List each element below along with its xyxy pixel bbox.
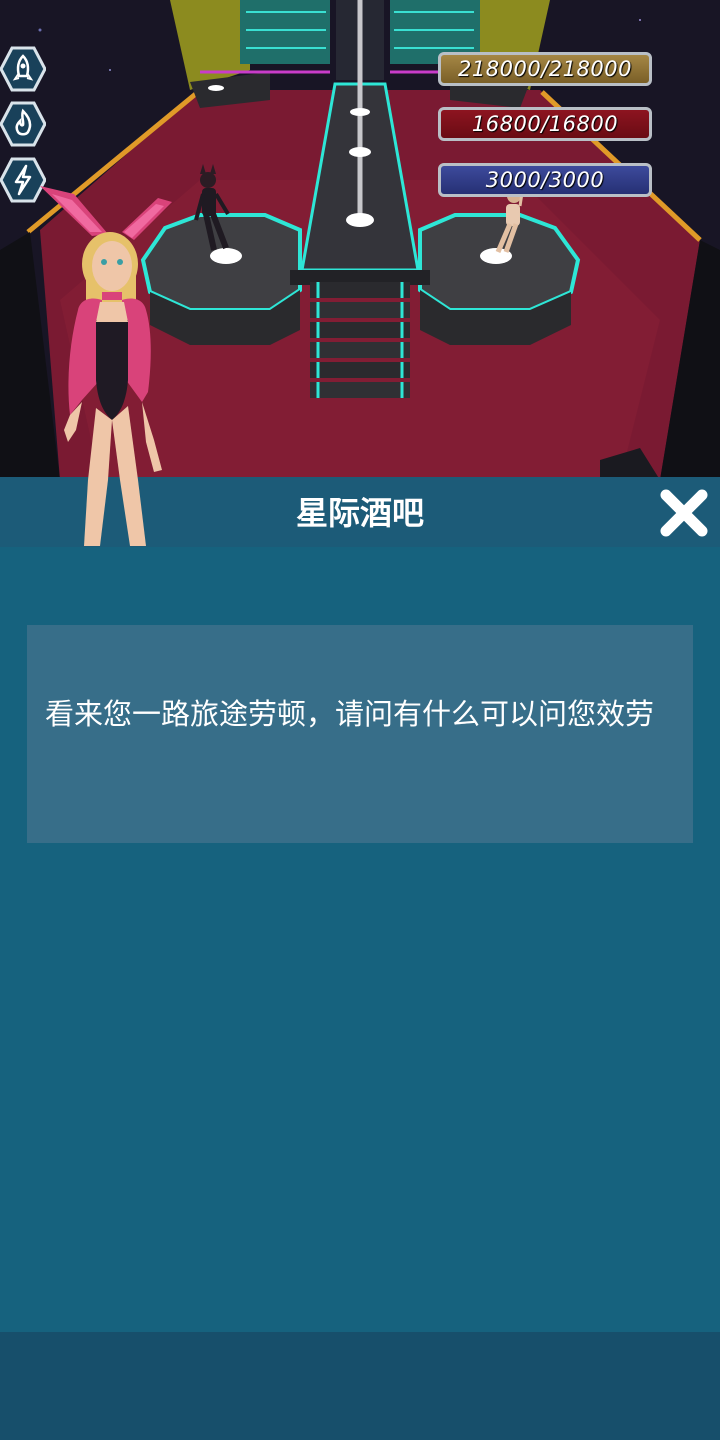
energy-resource-bar: 16800/16800 xyxy=(438,107,652,141)
dialog-footer xyxy=(0,1332,720,1440)
rocket-icon[interactable] xyxy=(0,46,46,92)
power-resource-bar: 3000/3000 xyxy=(438,163,652,197)
flame-icon[interactable] xyxy=(0,101,46,147)
bar-dialog-panel: 星际酒吧 看来您一路旅途劳顿，请问有什么可以问您效劳 xyxy=(0,477,720,1440)
game-screen: 218000/218000 16800/16800 3000/3000 星际酒吧 xyxy=(0,0,720,1440)
gold-resource-bar: 218000/218000 xyxy=(438,52,652,86)
dialog-body: 看来您一路旅途劳顿，请问有什么可以问您效劳 xyxy=(0,547,720,1332)
close-icon[interactable] xyxy=(656,485,712,541)
dialog-message: 看来您一路旅途劳顿，请问有什么可以问您效劳 xyxy=(45,697,655,731)
bunny-hostess-character xyxy=(40,186,172,546)
message-box: 看来您一路旅途劳顿，请问有什么可以问您效劳 xyxy=(27,625,693,843)
